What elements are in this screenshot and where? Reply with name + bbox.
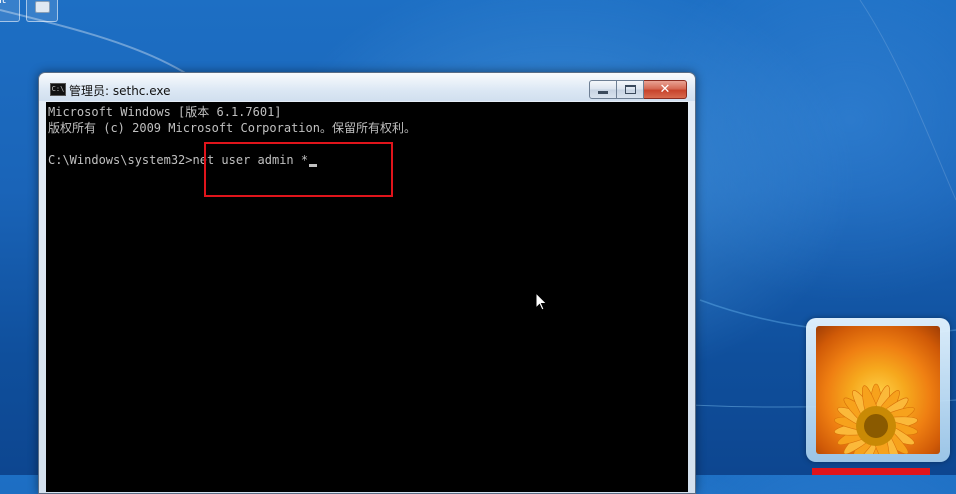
minimize-button[interactable]: [589, 80, 617, 99]
mouse-pointer-icon: [535, 292, 548, 311]
orange-flower-picture: [834, 383, 918, 454]
minimize-icon: [598, 91, 608, 94]
maximize-button[interactable]: [617, 80, 644, 99]
close-button[interactable]: ✕: [644, 80, 687, 99]
window-title: 管理员: sethc.exe: [69, 84, 171, 98]
user-tile[interactable]: [806, 318, 950, 462]
console-line: 版权所有 (c) 2009 Microsoft Corporation。保留所有…: [48, 121, 416, 135]
close-icon: ✕: [659, 81, 671, 97]
console-line: Microsoft Windows [版本 6.1.7601]: [48, 105, 282, 119]
desktop-shortcut-label: rit: [0, 0, 6, 6]
maximize-icon: [624, 85, 636, 94]
caption-buttons: ✕: [589, 80, 687, 99]
user-avatar: [816, 326, 940, 454]
window-titlebar[interactable]: C:\ 管理员: sethc.exe ✕: [39, 73, 695, 101]
console-window: C:\ 管理员: sethc.exe ✕ Microsoft Windows […: [38, 72, 696, 494]
user-tile-accent: [812, 468, 930, 475]
desktop-keyboard-shortcut[interactable]: [26, 0, 58, 22]
console-output[interactable]: Microsoft Windows [版本 6.1.7601] 版权所有 (c)…: [46, 102, 688, 492]
keyboard-icon: [35, 1, 50, 13]
annotation-highlight-box: [204, 142, 393, 197]
desktop-shortcut[interactable]: rit: [0, 0, 20, 22]
cmd-icon: C:\: [50, 83, 66, 96]
